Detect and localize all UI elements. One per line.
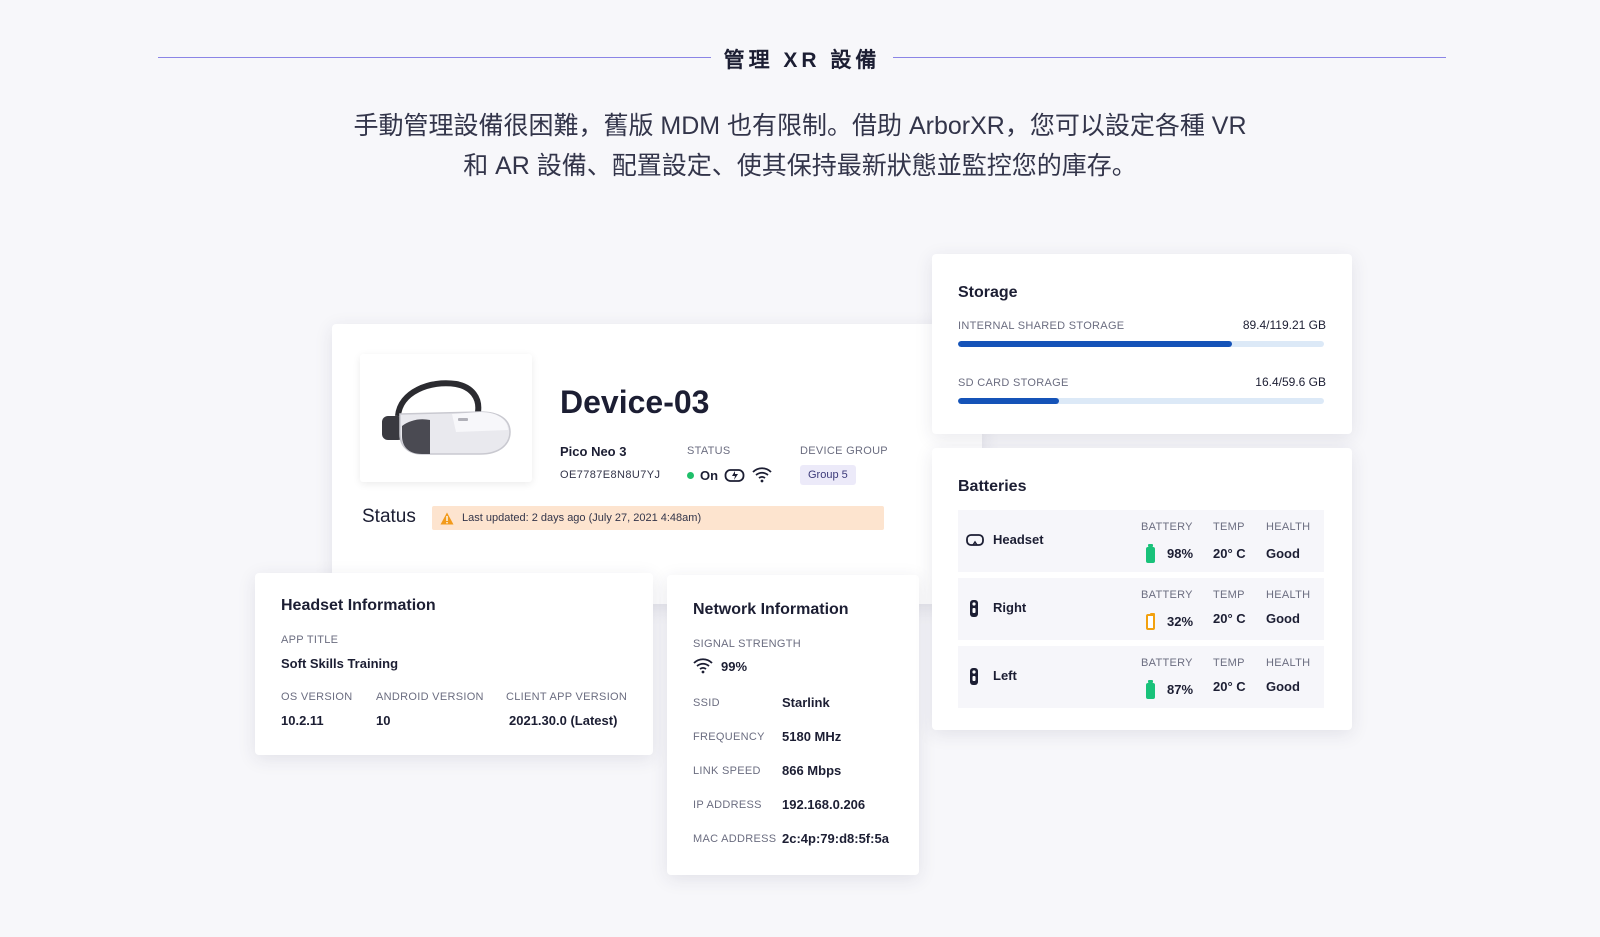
network-row-label: SSID <box>693 697 720 709</box>
battery-percent: 98% <box>1167 546 1194 561</box>
device-model: Pico Neo 3 <box>560 444 627 459</box>
intro-line-1: 手動管理設備很困難，舊版 MDM 也有限制。借助 ArborXR，您可以設定各種… <box>353 112 1247 140</box>
os-version-label: OS VERSION <box>281 691 353 703</box>
battery-label: BATTERY <box>1141 657 1193 669</box>
section-title: 管理 XR 設備 <box>723 49 881 72</box>
section-header: 管理 XR 設備 <box>158 40 1446 76</box>
sd-card-storage-label: SD CARD STORAGE <box>958 377 1069 389</box>
battery-device-name: Right <box>993 600 1027 615</box>
battery-level-icon <box>1146 612 1155 630</box>
temp-label: TEMP <box>1213 589 1245 601</box>
signal-strength-value: 99% <box>721 658 748 674</box>
internal-storage-value: 89.4/119.21 GB <box>1242 318 1326 332</box>
wifi-signal-icon <box>693 658 713 674</box>
storage-card: Storage INTERNAL SHARED STORAGE 89.4/119… <box>932 254 1352 434</box>
health-value: Good <box>1266 611 1300 626</box>
client-app-version-value: 2021.30.0 (Latest) <box>509 713 618 728</box>
battery-level-icon <box>1146 543 1155 563</box>
battery-device-name: Headset <box>993 532 1044 547</box>
temp-value: 20° C <box>1213 546 1246 561</box>
internal-storage-bar-fill <box>958 341 1233 347</box>
temp-value: 20° C <box>1213 679 1246 694</box>
network-info-card: Network Information SIGNAL STRENGTH 99% … <box>667 575 919 875</box>
network-row-value: 2c:4p:79:d8:5f:5a <box>782 831 889 846</box>
headset-info-title: Headset Information <box>281 597 436 614</box>
battery-percent: 32% <box>1167 614 1194 629</box>
warning-icon <box>440 512 454 524</box>
temp-label: TEMP <box>1213 657 1245 669</box>
batteries-card: Batteries Headset BATTERY TEMP HEALTH 98… <box>932 448 1352 730</box>
intro-line-2: 和 AR 設備、配置設定、使其保持最新狀態並監控您的庫存。 <box>463 152 1137 180</box>
network-row-label: MAC ADDRESS <box>693 833 777 845</box>
sd-card-storage-bar <box>958 398 1324 404</box>
battery-level-icon <box>1146 679 1155 699</box>
device-group-badge[interactable]: Group 5 <box>800 465 856 485</box>
sd-card-storage-value: 16.4/59.6 GB <box>1255 375 1326 389</box>
health-label: HEALTH <box>1266 589 1311 601</box>
health-value: Good <box>1266 546 1300 561</box>
storage-title: Storage <box>958 284 1018 301</box>
signal-strength-label: SIGNAL STRENGTH <box>693 638 801 650</box>
network-row-value: 866 Mbps <box>782 763 842 778</box>
wifi-icon <box>752 467 772 483</box>
network-row-label: FREQUENCY <box>693 731 765 743</box>
status-label: STATUS <box>687 445 731 457</box>
battery-row-left: Left BATTERY TEMP HEALTH 87% 20° C Good <box>958 646 1324 708</box>
status-value: On <box>687 467 772 483</box>
network-row-value: 5180 MHz <box>782 729 842 744</box>
temp-label: TEMP <box>1213 521 1245 533</box>
device-card: Device-03 Pico Neo 3 OE7787E8N8U7YJ STAT… <box>332 324 982 604</box>
device-image <box>360 354 532 482</box>
app-title-value: Soft Skills Training <box>281 656 399 671</box>
android-version-value: 10 <box>376 713 391 728</box>
charging-icon <box>724 469 745 482</box>
vr-headset-icon <box>382 380 511 455</box>
last-updated-text: Last updated: 2 days ago (July 27, 2021 … <box>462 512 702 524</box>
os-version-value: 10.2.11 <box>281 713 324 728</box>
sd-card-storage-bar-fill <box>958 398 1059 404</box>
battery-row-right: Right BATTERY TEMP HEALTH 32% 20° C Good <box>958 578 1324 640</box>
intro-text: 手動管理設備很困難，舊版 MDM 也有限制。借助 ArborXR，您可以設定各種… <box>250 106 1350 186</box>
status-heading: Status <box>362 506 416 527</box>
device-name: Device-03 <box>560 384 710 420</box>
health-value: Good <box>1266 679 1300 694</box>
internal-storage-label: INTERNAL SHARED STORAGE <box>958 320 1125 332</box>
headset-icon <box>966 534 984 546</box>
header-rule-right <box>893 57 1446 58</box>
device-serial: OE7787E8N8U7YJ <box>560 469 661 481</box>
batteries-title: Batteries <box>958 478 1027 495</box>
network-row-label: LINK SPEED <box>693 765 761 777</box>
network-row-label: IP ADDRESS <box>693 799 762 811</box>
device-group-label: DEVICE GROUP <box>800 445 888 457</box>
controller-icon <box>970 668 978 685</box>
online-dot-icon <box>687 471 694 479</box>
temp-value: 20° C <box>1213 611 1246 626</box>
headset-info-card: Headset Information APP TITLE Soft Skill… <box>255 573 653 755</box>
client-app-version-label: CLIENT APP VERSION <box>506 691 628 703</box>
signal-strength: 99% <box>693 658 747 674</box>
network-row-value: 192.168.0.206 <box>782 797 866 812</box>
last-updated-alert: Last updated: 2 days ago (July 27, 2021 … <box>432 506 884 530</box>
health-label: HEALTH <box>1266 521 1311 533</box>
network-row-value: Starlink <box>782 695 830 710</box>
controller-icon <box>970 600 978 617</box>
internal-storage-bar <box>958 341 1324 347</box>
health-label: HEALTH <box>1266 657 1311 669</box>
battery-label: BATTERY <box>1141 589 1193 601</box>
status-text: On <box>700 467 719 483</box>
android-version-label: ANDROID VERSION <box>376 691 484 703</box>
battery-label: BATTERY <box>1141 521 1193 533</box>
battery-percent: 87% <box>1167 682 1194 697</box>
battery-row-headset: Headset BATTERY TEMP HEALTH 98% 20° C Go… <box>958 510 1324 572</box>
battery-device-name: Left <box>993 668 1017 683</box>
app-title-label: APP TITLE <box>281 634 339 646</box>
network-info-title: Network Information <box>693 601 849 618</box>
